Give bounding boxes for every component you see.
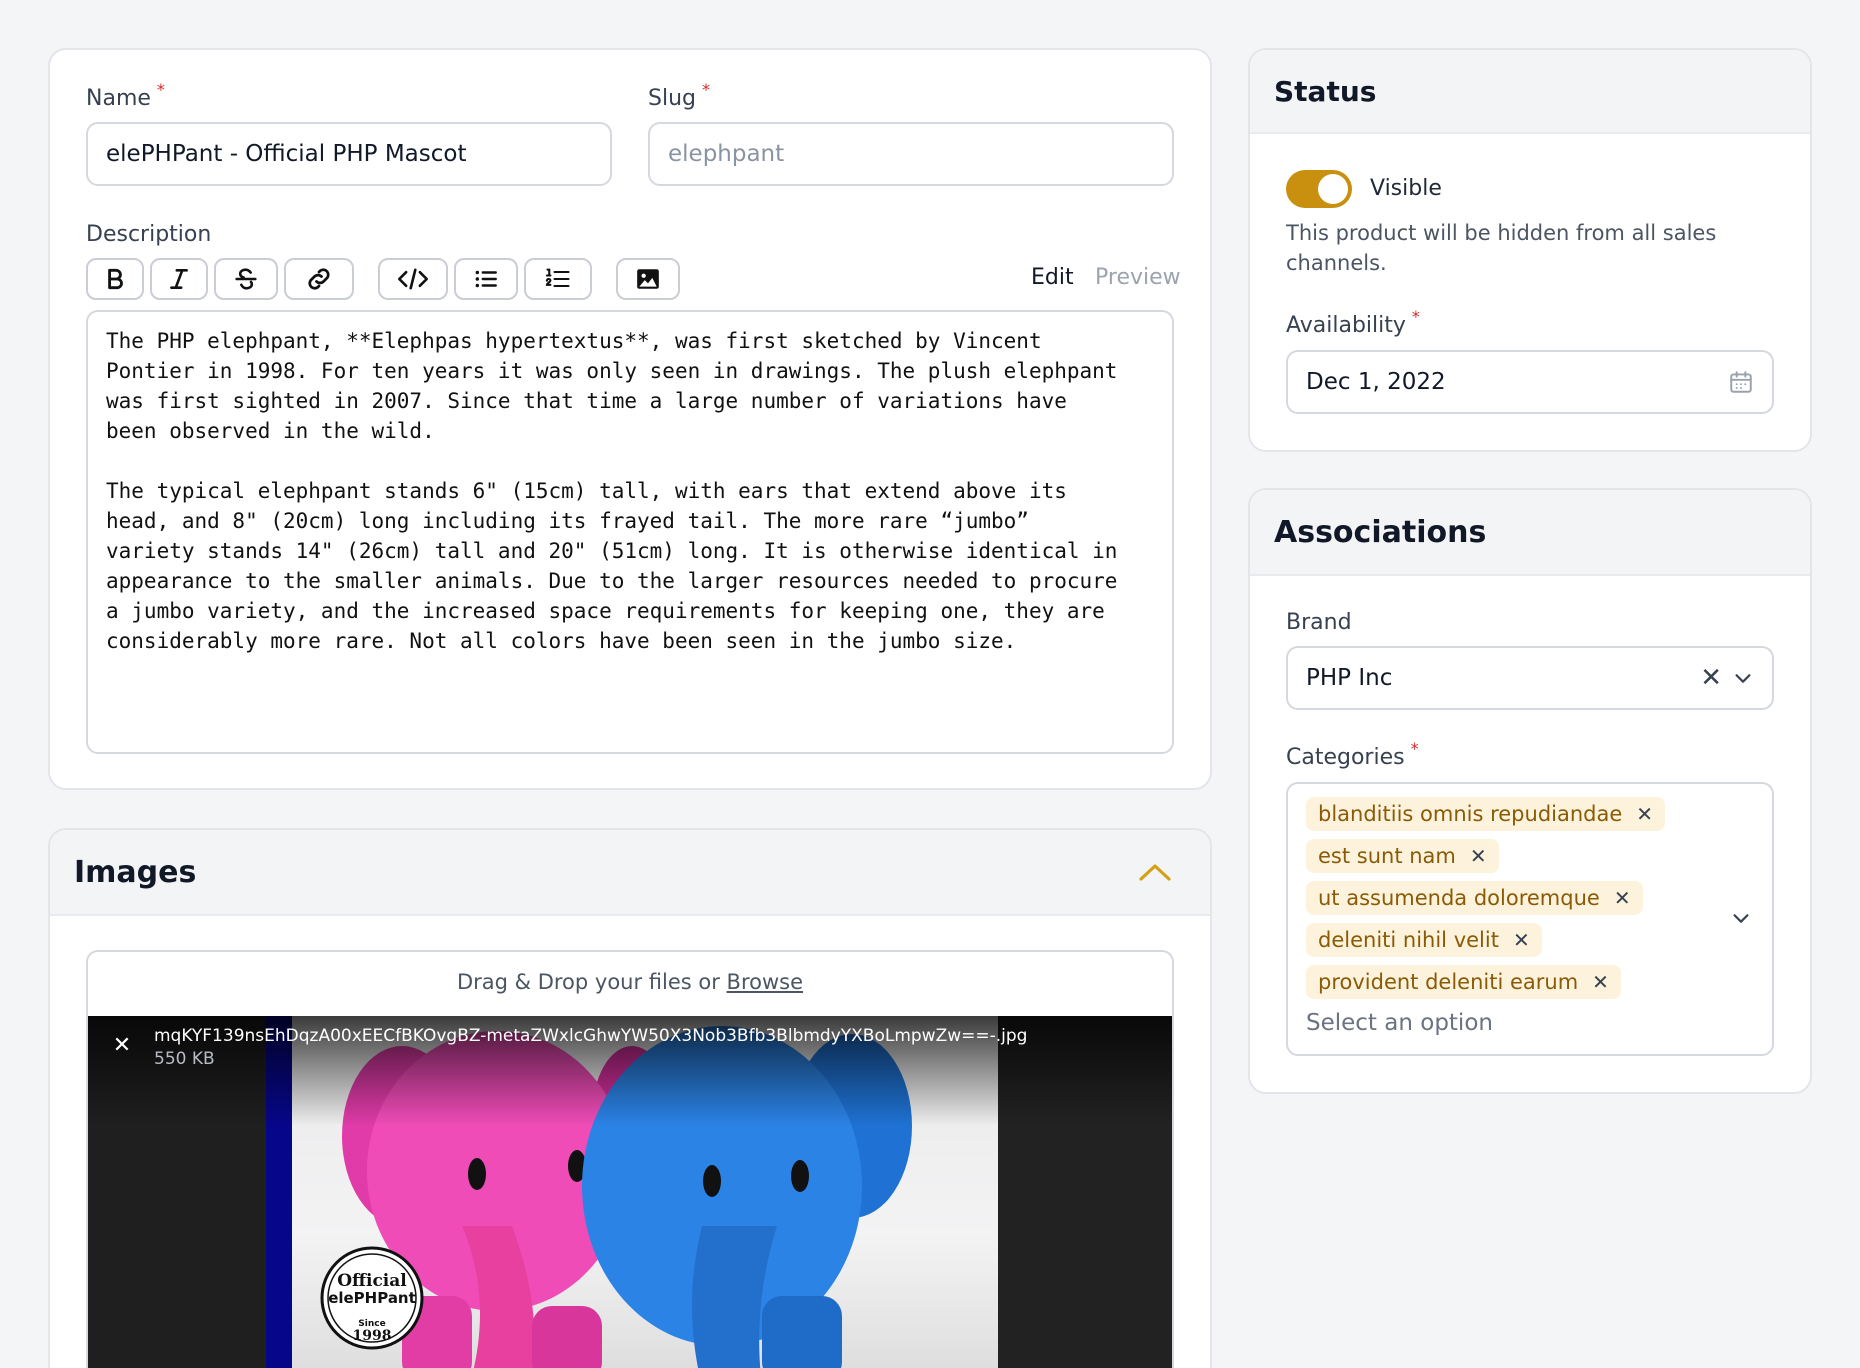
close-icon: ✕ xyxy=(1469,844,1487,868)
name-label: Name * xyxy=(86,80,165,111)
bullet-list-icon xyxy=(475,270,497,288)
badge-text-official: Official xyxy=(337,1271,407,1291)
remove-tag-button[interactable]: ✕ xyxy=(1614,886,1631,910)
browse-link[interactable]: Browse xyxy=(727,970,803,994)
tab-edit[interactable]: Edit xyxy=(1031,265,1074,290)
remove-tag-button[interactable]: ✕ xyxy=(1513,928,1530,952)
file-name: mqKYF139nsEhDqzA00xEECfBKOvgBZ-metaZWxlc… xyxy=(154,1026,1028,1046)
strikethrough-icon xyxy=(235,268,257,290)
chevron-down-icon[interactable] xyxy=(1732,667,1754,689)
close-icon: ✕ xyxy=(1636,802,1654,826)
tab-preview[interactable]: Preview xyxy=(1095,265,1181,290)
link-icon xyxy=(308,268,330,290)
remove-tag-button[interactable]: ✕ xyxy=(1636,802,1653,826)
chevron-up-icon[interactable] xyxy=(1138,861,1172,883)
image-button[interactable] xyxy=(616,258,680,300)
image-preview: Official elePHPant Since 1998 ✕ mqKYF139… xyxy=(88,1016,1172,1368)
status-card-header: Status xyxy=(1250,50,1810,134)
description-label: Description xyxy=(86,222,212,247)
bold-icon xyxy=(108,268,123,290)
availability-date-input[interactable]: Dec 1, 2022 xyxy=(1286,350,1774,414)
italic-button[interactable] xyxy=(150,258,208,300)
status-title: Status xyxy=(1274,74,1377,108)
file-size: 550 KB xyxy=(154,1049,215,1069)
availability-value: Dec 1, 2022 xyxy=(1306,369,1446,395)
link-button[interactable] xyxy=(284,258,354,300)
close-icon: ✕ xyxy=(1700,663,1722,693)
categories-label: Categories * xyxy=(1286,739,1419,770)
badge-text-year: 1998 xyxy=(353,1328,392,1344)
images-title: Images xyxy=(74,854,197,890)
category-tag: ut assumenda doloremque ✕ xyxy=(1306,881,1643,915)
chevron-down-icon[interactable] xyxy=(1730,907,1752,929)
ordered-list-icon xyxy=(545,268,570,288)
name-input[interactable]: elePHPant - Official PHP Mascot xyxy=(86,122,612,186)
file-dropzone[interactable]: Drag & Drop your files or Browse Officia… xyxy=(86,950,1174,1368)
visibility-hint: This product will be hidden from all sal… xyxy=(1286,221,1717,275)
dropzone-label: Drag & Drop your files or Browse xyxy=(456,970,804,994)
brand-value: PHP Inc xyxy=(1306,665,1393,691)
category-tag: deleniti nihil velit ✕ xyxy=(1306,923,1542,957)
code-icon xyxy=(397,268,429,290)
code-button[interactable] xyxy=(378,258,448,300)
remove-tag-button[interactable]: ✕ xyxy=(1592,970,1609,994)
description-editor[interactable]: The PHP elephpant, **Elephpas hypertextu… xyxy=(86,310,1174,754)
bold-button[interactable] xyxy=(86,258,144,300)
visible-toggle[interactable] xyxy=(1286,170,1352,208)
associations-card-header: Associations xyxy=(1250,490,1810,576)
slug-input[interactable]: elephpant xyxy=(648,122,1174,186)
brand-select[interactable]: PHP Inc ✕ xyxy=(1286,646,1774,710)
images-card-header[interactable]: Images xyxy=(50,830,1210,916)
category-tag: est sunt nam ✕ xyxy=(1306,839,1499,873)
remove-file-button[interactable]: ✕ xyxy=(110,1034,134,1058)
name-input-value: elePHPant - Official PHP Mascot xyxy=(106,141,467,167)
italic-icon xyxy=(170,269,188,289)
toggle-knob xyxy=(1318,174,1348,204)
category-tag: blanditiis omnis repudiandae ✕ xyxy=(1306,797,1666,831)
close-icon: ✕ xyxy=(1512,928,1530,952)
slug-label: Slug * xyxy=(648,80,710,111)
bullet-list-button[interactable] xyxy=(454,258,518,300)
visible-label: Visible xyxy=(1370,176,1442,201)
strikethrough-button[interactable] xyxy=(214,258,278,300)
calendar-icon[interactable] xyxy=(1728,369,1754,395)
category-tag: provident deleniti earum ✕ xyxy=(1306,965,1621,999)
ordered-list-button[interactable] xyxy=(524,258,592,300)
close-icon: ✕ xyxy=(1592,970,1609,994)
categories-placeholder[interactable]: Select an option xyxy=(1306,1010,1493,1036)
remove-tag-button[interactable]: ✕ xyxy=(1470,844,1487,868)
clear-brand-button[interactable]: ✕ xyxy=(1700,663,1722,693)
slug-input-value: elephpant xyxy=(668,141,785,167)
image-icon xyxy=(637,269,659,289)
brand-label: Brand xyxy=(1286,610,1352,635)
close-icon: ✕ xyxy=(1613,886,1631,910)
associations-title: Associations xyxy=(1274,514,1487,550)
availability-label: Availability * xyxy=(1286,307,1420,338)
badge-text-elephpant: elePHPant xyxy=(328,1289,416,1307)
close-icon: ✕ xyxy=(112,1033,132,1058)
